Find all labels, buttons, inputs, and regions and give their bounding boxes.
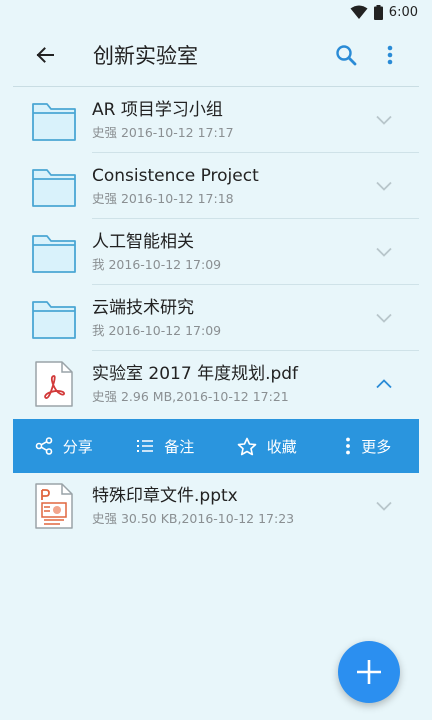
share-button[interactable]: 分享 <box>13 419 115 473</box>
file-meta: 史强 2.96 MB,2016-10-12 17:21 <box>92 388 289 404</box>
collapse-button[interactable] <box>364 364 404 404</box>
note-label: 备注 <box>164 437 195 456</box>
add-fab-button[interactable] <box>338 641 400 703</box>
list-item-folder[interactable]: Consistence Project 史强 2016-10-12 17:18 <box>0 153 432 219</box>
chevron-down-icon <box>376 115 392 125</box>
arrow-back-icon <box>36 47 54 63</box>
expand-button[interactable] <box>364 232 404 272</box>
pptx-file-icon <box>35 483 73 529</box>
file-name: 实验室 2017 年度规划.pdf <box>92 363 299 384</box>
folder-icon <box>32 103 76 141</box>
file-meta: 史强 30.50 KB,2016-10-12 17:23 <box>92 510 295 526</box>
chevron-down-icon <box>376 501 392 511</box>
plus-icon <box>357 660 381 684</box>
file-name: 人工智能相关 <box>92 231 194 252</box>
file-meta: 我 2016-10-12 17:09 <box>92 256 222 272</box>
more-button[interactable]: 更多 <box>318 419 420 473</box>
pdf-file-icon <box>35 361 73 407</box>
favorite-button[interactable]: 收藏 <box>216 419 318 473</box>
list-item-folder[interactable]: 云端技术研究 我 2016-10-12 17:09 <box>0 285 432 351</box>
folder-icon <box>32 169 76 207</box>
list-item-file[interactable]: 特殊印章文件.pptx 史强 30.50 KB,2016-10-12 17:23 <box>0 473 432 539</box>
chevron-down-icon <box>376 247 392 257</box>
expand-button[interactable] <box>364 298 404 338</box>
item-action-bar: 分享 备注 收藏 更多 <box>13 419 419 473</box>
file-name: 特殊印章文件.pptx <box>92 485 238 506</box>
more-vertical-icon <box>346 437 351 455</box>
list-item-file[interactable]: 实验室 2017 年度规划.pdf 史强 2.96 MB,2016-10-12 … <box>0 351 432 417</box>
chevron-down-icon <box>376 313 392 323</box>
list-icon <box>137 440 154 452</box>
star-icon <box>237 437 257 455</box>
folder-icon <box>32 301 76 339</box>
file-name: AR 项目学习小组 <box>92 99 223 120</box>
status-bar: 6:00 <box>0 0 432 24</box>
chevron-up-icon <box>376 379 392 389</box>
favorite-label: 收藏 <box>266 437 297 456</box>
search-button[interactable] <box>324 33 368 77</box>
wifi-icon <box>350 5 368 19</box>
file-meta: 史强 2016-10-12 17:17 <box>92 124 234 140</box>
list-item-folder[interactable]: 人工智能相关 我 2016-10-12 17:09 <box>0 219 432 285</box>
file-list: AR 项目学习小组 史强 2016-10-12 17:17 Consistenc… <box>0 87 432 417</box>
chevron-down-icon <box>376 181 392 191</box>
status-time: 6:00 <box>388 4 418 20</box>
file-meta: 史强 2016-10-12 17:18 <box>92 190 234 206</box>
battery-icon <box>373 4 383 20</box>
file-name: 云端技术研究 <box>92 297 194 318</box>
more-label: 更多 <box>361 437 392 456</box>
list-item-folder[interactable]: AR 项目学习小组 史强 2016-10-12 17:17 <box>0 87 432 153</box>
share-icon <box>35 437 53 455</box>
expand-button[interactable] <box>364 100 404 140</box>
file-name: Consistence Project <box>92 165 259 186</box>
overflow-menu-button[interactable] <box>368 33 412 77</box>
note-button[interactable]: 备注 <box>115 419 217 473</box>
folder-icon <box>32 235 76 273</box>
file-list-continued: 特殊印章文件.pptx 史强 30.50 KB,2016-10-12 17:23 <box>0 473 432 539</box>
share-label: 分享 <box>62 437 93 456</box>
page-title: 创新实验室 <box>93 44 198 68</box>
file-meta: 我 2016-10-12 17:09 <box>92 322 222 338</box>
search-icon <box>336 45 357 66</box>
app-bar: 创新实验室 <box>0 24 432 86</box>
expand-button[interactable] <box>364 486 404 526</box>
expand-button[interactable] <box>364 166 404 206</box>
more-vertical-icon <box>387 45 393 65</box>
back-button[interactable] <box>21 31 69 79</box>
